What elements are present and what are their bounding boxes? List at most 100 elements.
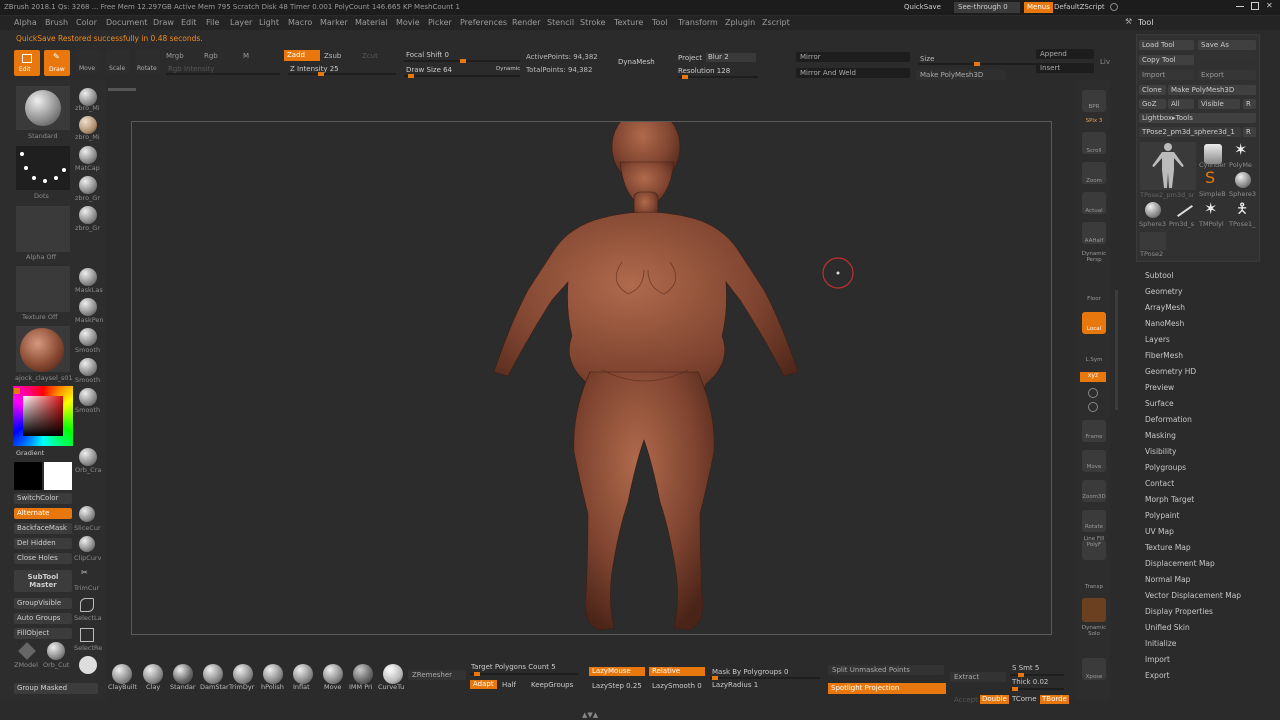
extract-button[interactable]: Extract [950, 672, 1006, 682]
subpalette-item[interactable]: Geometry HD [1145, 367, 1196, 376]
mirror-button[interactable]: Mirror [796, 52, 910, 62]
s-smt-slider[interactable]: S Smt 5 [1012, 664, 1039, 673]
xyz-button[interactable]: xyz [1080, 372, 1106, 382]
help-icon[interactable] [1110, 3, 1118, 11]
blur-slider[interactable]: Blur 2 [706, 53, 756, 62]
spix-slider[interactable]: SPix 3 [1078, 118, 1110, 124]
brush-icon[interactable] [79, 506, 95, 522]
menu-item[interactable]: Picker [428, 18, 452, 27]
rotate-z-icon[interactable] [1088, 402, 1098, 412]
subtool-master-button[interactable]: SubTool Master [14, 570, 72, 592]
mrgb-button[interactable]: Mrgb [166, 52, 184, 61]
menu-item[interactable]: Layer [230, 18, 252, 27]
subpalette-item[interactable]: FiberMesh [1145, 351, 1183, 360]
sphere3d-icon[interactable] [1145, 202, 1161, 218]
brush-icon[interactable] [323, 664, 343, 684]
minimize-icon[interactable] [1236, 6, 1244, 7]
tool-thumbnail[interactable] [1140, 142, 1196, 190]
menu-item[interactable]: Document [106, 18, 147, 27]
keepgroups-button[interactable]: KeepGroups [531, 681, 573, 690]
switchcolor-button[interactable]: SwitchColor [14, 493, 72, 504]
quicksave-button[interactable]: QuickSave [904, 3, 941, 12]
brush-icon[interactable] [79, 176, 97, 194]
brush-icon[interactable] [79, 448, 97, 466]
stroke-thumbnail[interactable] [16, 146, 70, 190]
zremesher-button[interactable]: ZRemesher [408, 670, 466, 680]
close-holes-button[interactable]: Close Holes [14, 553, 72, 564]
menu-item[interactable]: Stencil [547, 18, 574, 27]
tcorner-button[interactable]: TCorne [1012, 695, 1037, 704]
paste-tool-button[interactable] [1198, 55, 1256, 57]
append-button[interactable]: Append [1036, 49, 1094, 59]
alternate-button[interactable]: Alternate [14, 508, 72, 519]
brush-icon[interactable] [79, 116, 97, 134]
menu-item[interactable]: Alpha [14, 18, 37, 27]
edit-button[interactable]: Edit [14, 50, 40, 76]
brush-thumbnail[interactable] [16, 86, 70, 130]
lazyradius-slider[interactable]: LazyRadius 1 [712, 681, 758, 690]
brush-icon[interactable] [79, 328, 97, 346]
subpalette-subtool[interactable]: Subtool [1145, 271, 1173, 280]
trim-curve-icon[interactable]: ✂ [81, 568, 88, 578]
lazystep-slider[interactable]: LazyStep 0.25 [592, 682, 642, 691]
save-as-button[interactable]: Save As [1198, 40, 1256, 50]
r-button[interactable]: R [1243, 99, 1256, 109]
ghost-icon[interactable] [1082, 598, 1106, 622]
brush-icon[interactable] [173, 664, 193, 684]
menu-item[interactable]: Tool [652, 18, 668, 27]
subpalette-item[interactable]: Export [1145, 671, 1170, 680]
spotlight-projection-button[interactable]: Spotlight Projection [828, 683, 946, 694]
insert-button[interactable]: Insert [1036, 63, 1094, 73]
menus-button[interactable]: Menus [1024, 2, 1053, 13]
yin-yang-icon[interactable] [79, 656, 97, 674]
make-polymesh-button[interactable]: Make PolyMesh3D [916, 70, 1006, 80]
subpalette-item[interactable]: Contact [1145, 479, 1174, 488]
tborder-button[interactable]: TBorde [1040, 695, 1069, 704]
brush-icon[interactable] [353, 664, 373, 684]
simplebrush-icon[interactable]: S [1205, 170, 1215, 186]
subpalette-item[interactable]: ArrayMesh [1145, 303, 1185, 312]
color-picker[interactable] [13, 386, 73, 446]
make-polymesh3d-button[interactable]: Make PolyMesh3D [1168, 85, 1256, 95]
color-mode-icon[interactable] [14, 388, 20, 394]
menu-item[interactable]: Transform [678, 18, 718, 27]
main-color-swatch[interactable] [44, 462, 72, 490]
brush-icon[interactable] [79, 388, 97, 406]
lazysmooth-slider[interactable]: LazySmooth 0 [652, 682, 702, 691]
menu-item[interactable]: Color [76, 18, 97, 27]
menu-item[interactable]: Zplugin [725, 18, 755, 27]
brush-icon[interactable] [293, 664, 313, 684]
brush-icon[interactable] [263, 664, 283, 684]
backface-mask-button[interactable]: BackfaceMask [14, 523, 72, 534]
brush-icon[interactable] [79, 146, 97, 164]
subpalette-item[interactable]: Vector Displacement Map [1145, 591, 1241, 600]
subpalette-item[interactable]: NanoMesh [1145, 319, 1184, 328]
menu-item[interactable]: Render [512, 18, 540, 27]
tpose-figure-icon[interactable]: 🯅 [1236, 201, 1248, 217]
subpalette-item[interactable]: Texture Map [1145, 543, 1191, 552]
brush-icon[interactable] [143, 664, 163, 684]
subpalette-item[interactable]: Polypaint [1145, 511, 1180, 520]
menu-item[interactable]: Preferences [460, 18, 507, 27]
subpalette-item[interactable]: Preview [1145, 383, 1174, 392]
see-through-slider[interactable]: See-through 0 [954, 2, 1020, 13]
menu-item[interactable]: Edit [181, 18, 197, 27]
script-button[interactable]: DefaultZScript [1054, 3, 1105, 12]
persp-button[interactable]: Dynamic Persp [1078, 251, 1110, 263]
subpalette-item[interactable]: Display Properties [1145, 607, 1213, 616]
menu-item[interactable]: Marker [320, 18, 348, 27]
live-boolean-button[interactable]: Liv [1100, 58, 1110, 67]
polymesh-star-icon[interactable]: ✶ [1234, 142, 1247, 158]
mask-by-polygroups-slider[interactable]: Mask By Polygroups 0 [712, 668, 788, 677]
brush-icon[interactable] [79, 298, 97, 316]
close-icon[interactable]: ✕ [1266, 1, 1273, 11]
menu-item[interactable]: Movie [396, 18, 420, 27]
relative-button[interactable]: Relative [649, 667, 705, 676]
select-lasso-icon[interactable] [80, 598, 94, 612]
material-thumbnail[interactable] [16, 326, 70, 372]
menu-item[interactable]: Draw [153, 18, 174, 27]
groupvisible-button[interactable]: GroupVisible [14, 598, 72, 609]
rotate-y-icon[interactable] [1088, 388, 1098, 398]
zadd-button[interactable]: Zadd [284, 50, 320, 61]
z-intensity-track[interactable] [288, 72, 396, 76]
